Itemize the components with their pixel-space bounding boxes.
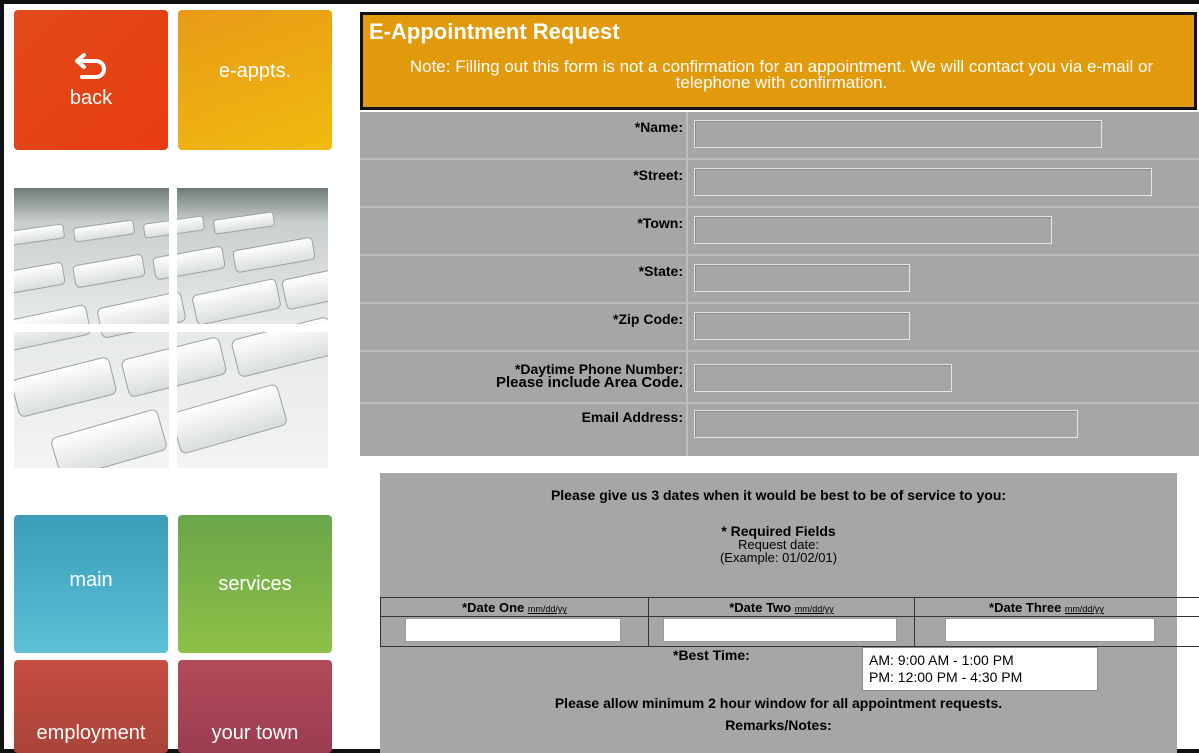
back-button[interactable]: back [14, 10, 168, 150]
date-three-input[interactable] [945, 618, 1155, 642]
email-row: Email Address: [360, 404, 1199, 456]
e-appts-tile[interactable]: e-appts. [178, 10, 332, 150]
required-info: * Required Fields Request date: (Example… [719, 523, 838, 565]
appointment-banner: E-Appointment Request Note: Filling out … [360, 12, 1197, 110]
best-time-option-pm[interactable]: PM: 12:00 PM - 4:30 PM [869, 669, 1097, 686]
name-row: *Name: [360, 112, 1199, 160]
street-field[interactable] [694, 168, 1152, 196]
back-arrow-icon [75, 52, 106, 79]
phone-label: *Daytime Phone Number: Please include Ar… [495, 361, 683, 391]
town-label: *Town: [637, 215, 683, 231]
contact-form: *Name: *Street: *Town: *State: *Zip Code… [360, 112, 1199, 456]
best-time-select[interactable]: AM: 9:00 AM - 1:00 PM PM: 12:00 PM - 4:3… [862, 647, 1098, 691]
employment-label: employment [36, 722, 146, 744]
street-row: *Street: [360, 160, 1199, 208]
zip-field[interactable] [694, 312, 910, 340]
keyboard-image [14, 188, 328, 468]
page-title: E-Appointment Request [369, 19, 620, 44]
town-row: *Town: [360, 208, 1199, 256]
allow-note: Please allow minimum 2 hour window for a… [554, 695, 1003, 711]
services-label: services [218, 572, 292, 595]
main-tile[interactable]: main [14, 515, 168, 653]
name-field[interactable] [694, 120, 1102, 148]
date-two-col: *Date Two mm/dd/yy [649, 598, 915, 646]
best-time-label: *Best Time: [673, 647, 750, 663]
your-town-tile[interactable]: your town [178, 660, 332, 753]
best-time-option-am[interactable]: AM: 9:00 AM - 1:00 PM [869, 652, 1097, 669]
street-label: *Street: [633, 167, 683, 183]
dates-instruction: Please give us 3 dates when it would be … [550, 487, 1007, 503]
name-label: *Name: [634, 119, 683, 135]
phone-field[interactable] [694, 364, 952, 392]
employment-tile[interactable]: employment [14, 660, 168, 753]
your-town-label: your town [211, 722, 299, 744]
confirmation-note: Note: Filling out this form is not a con… [409, 57, 1154, 92]
e-appts-label: e-appts. [218, 59, 292, 82]
phone-row: *Daytime Phone Number: Please include Ar… [360, 352, 1199, 404]
remarks-label: Remarks/Notes: [725, 717, 832, 733]
main-label: main [69, 568, 113, 591]
services-tile[interactable]: services [178, 515, 332, 653]
date-one-col: *Date One mm/dd/yy [381, 598, 649, 646]
dates-table: *Date One mm/dd/yy *Date Two mm/dd/yy *D… [380, 597, 1199, 647]
zip-label: *Zip Code: [613, 311, 683, 327]
dates-section: Please give us 3 dates when it would be … [380, 473, 1199, 753]
date-three-col: *Date Three mm/dd/yy [915, 598, 1178, 646]
date-two-input[interactable] [663, 618, 897, 642]
state-field[interactable] [694, 264, 910, 292]
email-field[interactable] [694, 410, 1078, 438]
state-label: *State: [638, 263, 683, 279]
back-label: back [69, 86, 113, 109]
date-one-input[interactable] [405, 618, 621, 642]
zip-row: *Zip Code: [360, 304, 1199, 352]
state-row: *State: [360, 256, 1199, 304]
email-label: Email Address: [581, 409, 683, 425]
town-field[interactable] [694, 216, 1052, 244]
